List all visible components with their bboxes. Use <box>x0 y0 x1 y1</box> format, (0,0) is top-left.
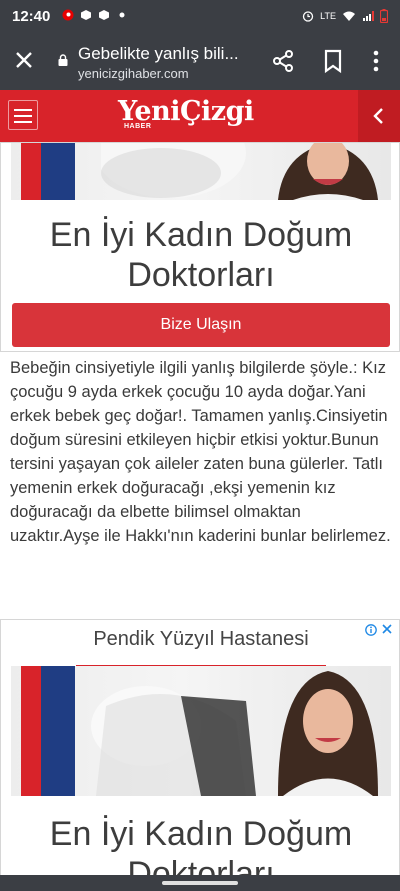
pregnant-belly-image <box>101 143 246 198</box>
home-gesture-bar[interactable] <box>162 881 238 885</box>
status-bar: 12:40 LTE <box>0 0 400 34</box>
ad-banner-top[interactable]: En İyi Kadın Doğum Doktorları Bize Ulaşı… <box>0 142 400 352</box>
site-header: YeniÇizgi HABER <box>0 90 400 142</box>
ad-image <box>11 666 391 796</box>
lock-icon <box>58 54 68 66</box>
bookmark-icon[interactable] <box>320 48 346 74</box>
browser-toolbar: Gebelikte yanlış bili... yenicizgihaber.… <box>0 34 400 90</box>
battery-low-icon <box>380 9 388 23</box>
alarm-icon <box>303 11 314 22</box>
network-type: LTE <box>320 11 336 21</box>
ad-headline: En İyi Kadın Doğum Doktorları <box>49 216 353 294</box>
package-icon <box>99 10 109 20</box>
back-button[interactable] <box>358 90 400 142</box>
notification-icons <box>62 9 128 21</box>
ad-image <box>11 143 391 200</box>
package-icon <box>81 10 91 20</box>
wifi-icon <box>343 11 355 21</box>
close-icon[interactable] <box>12 48 36 72</box>
logo-subtitle: HABER <box>124 123 152 130</box>
page-url[interactable]: yenicizgihaber.com <box>78 66 189 81</box>
adchoices-icon[interactable] <box>365 624 377 636</box>
dot-icon <box>119 12 125 18</box>
share-icon[interactable] <box>270 48 296 74</box>
vodafone-icon <box>62 9 74 21</box>
system-icons: LTE <box>302 9 388 23</box>
status-time: 12:40 <box>12 8 51 25</box>
doctor-photo <box>278 143 378 200</box>
close-icon[interactable] <box>381 623 393 635</box>
system-nav-bar <box>0 875 400 891</box>
ad-sponsor-name: Pendik Yüzyıl Hastanesi <box>93 628 309 650</box>
hamburger-menu-icon[interactable] <box>8 100 38 130</box>
page-title[interactable]: Gebelikte yanlış bili... <box>78 44 246 64</box>
article-paragraph: Bebeğin cinsiyetiyle ilgili yanlış bilgi… <box>10 359 391 545</box>
signal-icon <box>363 11 374 21</box>
pregnant-belly-image <box>91 686 256 796</box>
site-logo[interactable]: YeniÇizgi HABER <box>118 96 282 136</box>
ad-banner-bottom[interactable]: Pendik Yüzyıl Hastanesi En İyi Kadın Doğ… <box>0 619 400 891</box>
more-vert-icon[interactable] <box>366 48 386 74</box>
chevron-left-icon <box>373 108 383 124</box>
doctor-photo <box>278 671 378 796</box>
contact-us-button[interactable]: Bize Ulaşın <box>12 303 390 347</box>
